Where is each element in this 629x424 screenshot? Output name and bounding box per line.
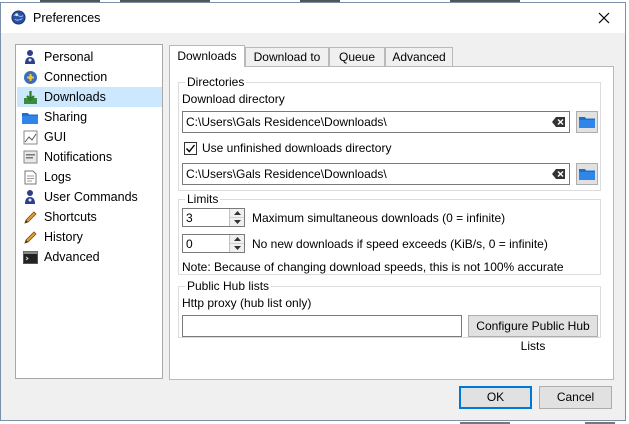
- window-title: Preferences: [33, 11, 101, 25]
- connection-icon: [22, 69, 38, 85]
- logs-icon: [22, 169, 38, 185]
- sidebar-item-gui[interactable]: GUI: [17, 127, 162, 147]
- folder-icon: [22, 109, 38, 125]
- tab-downloads[interactable]: Downloads: [169, 45, 245, 67]
- field-value: C:\Users\Gals Residence\Downloads\: [186, 167, 387, 181]
- sidebar-item-history[interactable]: History: [17, 227, 162, 247]
- sidebar-item-shortcuts[interactable]: Shortcuts: [17, 207, 162, 227]
- close-button[interactable]: [589, 6, 619, 30]
- max-downloads-label: Maximum simultaneous downloads (0 = infi…: [252, 211, 506, 225]
- globe-icon: [11, 10, 26, 25]
- notifications-icon: [22, 149, 38, 165]
- cancel-button[interactable]: Cancel: [539, 386, 612, 409]
- spin-up-arrow-icon[interactable]: [230, 235, 244, 244]
- gui-icon: [22, 129, 38, 145]
- unfinished-directory-field[interactable]: C:\Users\Gals Residence\Downloads\: [182, 163, 570, 185]
- speed-limit-spinner[interactable]: 0: [182, 234, 245, 253]
- ok-button[interactable]: OK: [459, 386, 532, 409]
- sidebar-item-label: GUI: [44, 130, 67, 144]
- download-directory-field[interactable]: C:\Users\Gals Residence\Downloads\: [182, 111, 570, 133]
- http-proxy-label: Http proxy (hub list only): [182, 296, 312, 310]
- sidebar-item-advanced[interactable]: Advanced: [17, 247, 162, 267]
- downloads-tab-panel: Directories Download directory C:\Users\…: [169, 66, 614, 380]
- sidebar-item-label: Logs: [44, 170, 72, 184]
- group-title: Public Hub lists: [185, 279, 272, 293]
- speed-limit-label: No new downloads if speed exceeds (KiB/s…: [252, 237, 548, 251]
- folder-icon: [579, 116, 595, 128]
- close-icon: [598, 12, 610, 24]
- spinner-arrows: [229, 209, 244, 226]
- spinner-arrows: [229, 235, 244, 252]
- sidebar-item-label: Personal: [44, 50, 94, 64]
- sidebar-item-sharing[interactable]: Sharing: [17, 107, 162, 127]
- max-downloads-spinner[interactable]: 3: [182, 208, 245, 227]
- group-title: Directories: [185, 75, 247, 89]
- spin-down-arrow-icon[interactable]: [230, 244, 244, 252]
- download-directory-label: Download directory: [182, 92, 285, 106]
- clear-icon[interactable]: [552, 116, 566, 128]
- sidebar-item-notifications[interactable]: Notifications: [17, 147, 162, 167]
- clear-icon[interactable]: [552, 168, 566, 180]
- spinner-value: 0: [186, 237, 193, 251]
- sidebar-item-user-commands[interactable]: User Commands: [17, 187, 162, 207]
- pencil-icon: [22, 209, 38, 225]
- configure-public-hub-lists-button[interactable]: Configure Public Hub Lists: [468, 315, 598, 353]
- person-icon: [22, 189, 38, 205]
- http-proxy-field[interactable]: [182, 315, 462, 337]
- tab-queue[interactable]: Queue: [329, 47, 385, 66]
- sidebar-item-label: Notifications: [44, 150, 113, 164]
- sidebar-item-personal[interactable]: Personal: [17, 47, 162, 67]
- preferences-dialog: Preferences Personal Connection Download…: [0, 2, 626, 421]
- title-bar: Preferences: [1, 3, 625, 33]
- sidebar-item-label: User Commands: [44, 190, 138, 204]
- spin-up-arrow-icon[interactable]: [230, 209, 244, 218]
- tab-download-to[interactable]: Download to: [245, 47, 329, 66]
- download-icon: [22, 89, 38, 105]
- sidebar-item-label: Shortcuts: [44, 210, 97, 224]
- checkmark-icon: [185, 144, 196, 153]
- spinner-value: 3: [186, 211, 193, 225]
- sidebar-item-label: Sharing: [44, 110, 88, 124]
- folder-icon: [579, 168, 595, 180]
- sidebar-item-label: Advanced: [44, 250, 100, 264]
- person-icon: [22, 49, 38, 65]
- terminal-icon: [22, 249, 38, 265]
- group-title: Limits: [185, 192, 221, 206]
- sidebar-item-label: History: [44, 230, 83, 244]
- browse-download-directory-button[interactable]: [576, 111, 598, 133]
- pencil-icon: [22, 229, 38, 245]
- field-value: C:\Users\Gals Residence\Downloads\: [186, 115, 387, 129]
- sidebar-item-label: Connection: [44, 70, 108, 84]
- unfinished-directory-checkbox[interactable]: [184, 142, 197, 155]
- browse-unfinished-directory-button[interactable]: [576, 163, 598, 185]
- sidebar-item-label: Downloads: [44, 90, 106, 104]
- tab-advanced[interactable]: Advanced: [385, 47, 453, 66]
- spin-down-arrow-icon[interactable]: [230, 218, 244, 226]
- limits-note: Note: Because of changing download speed…: [182, 260, 564, 274]
- sidebar-item-logs[interactable]: Logs: [17, 167, 162, 187]
- category-list[interactable]: Personal Connection Downloads Sharing GU…: [15, 44, 163, 379]
- unfinished-directory-label[interactable]: Use unfinished downloads directory: [202, 141, 391, 155]
- sidebar-item-downloads[interactable]: Downloads: [17, 87, 162, 107]
- sidebar-item-connection[interactable]: Connection: [17, 67, 162, 87]
